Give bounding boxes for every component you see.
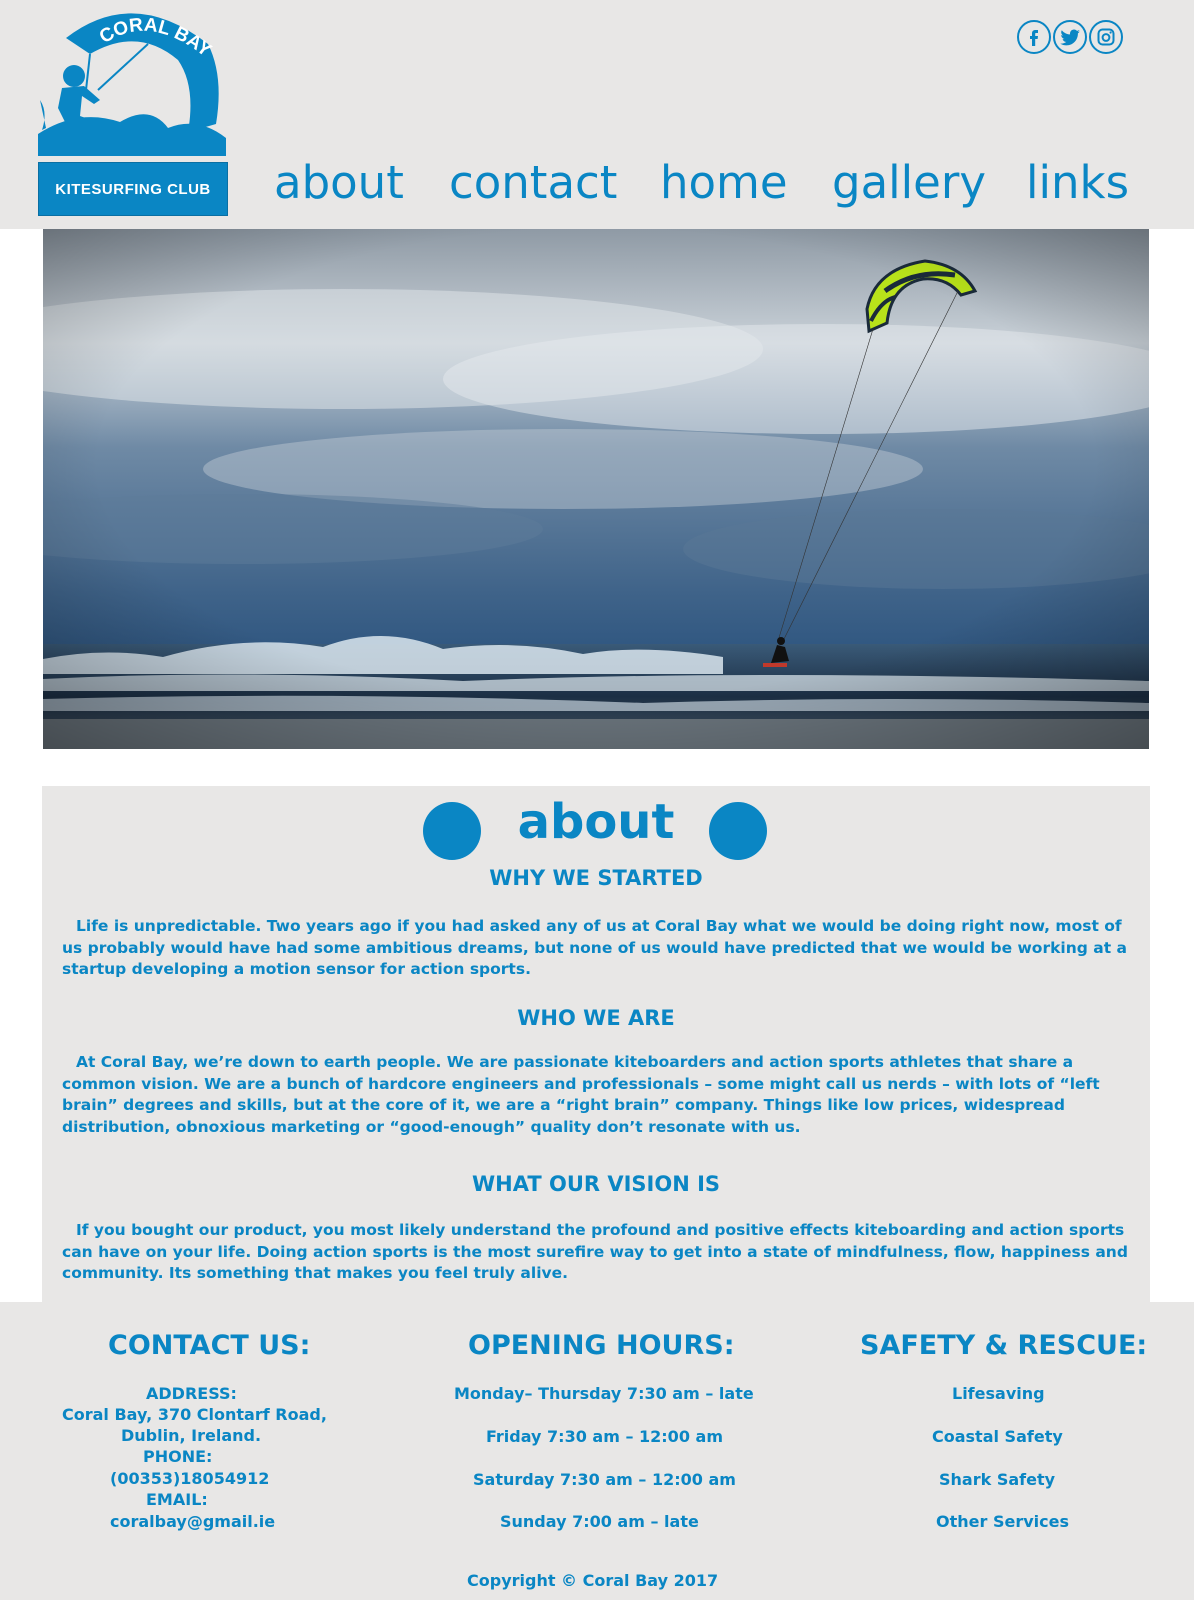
- site-footer: CONTACT US: ADDRESS: Coral Bay, 370 Clon…: [0, 1302, 1194, 1600]
- nav-gallery[interactable]: gallery: [832, 156, 986, 209]
- nav-contact[interactable]: contact: [449, 156, 617, 209]
- link-shark-safety[interactable]: Shark Safety: [939, 1470, 1055, 1489]
- heading-why-we-started: WHY WE STARTED: [489, 866, 703, 890]
- email-label: EMAIL:: [146, 1490, 208, 1509]
- paragraph-who-we-are: At Coral Bay, we’re down to earth people…: [62, 1053, 1100, 1136]
- about-title: about: [517, 794, 675, 850]
- instagram-icon[interactable]: [1089, 20, 1123, 54]
- hours-line: Monday– Thursday 7:30 am – late: [454, 1384, 754, 1403]
- about-section: about WHY WE STARTED Life is unpredictab…: [42, 786, 1150, 1302]
- address-label: ADDRESS:: [146, 1384, 237, 1403]
- logo-kite-graphic: CORAL BAY: [38, 13, 226, 156]
- hero-image: [43, 229, 1149, 749]
- link-lifesaving[interactable]: Lifesaving: [952, 1384, 1045, 1403]
- nav-links[interactable]: links: [1026, 156, 1129, 209]
- title-dot-right: [709, 802, 767, 860]
- hours-heading: OPENING HOURS:: [468, 1330, 735, 1361]
- heading-vision: WHAT OUR VISION IS: [471, 1172, 721, 1196]
- address-line-1: Coral Bay, 370 Clontarf Road,: [62, 1405, 327, 1424]
- facebook-icon[interactable]: [1017, 20, 1051, 54]
- heading-who-we-are: WHO WE ARE: [517, 1006, 675, 1030]
- email-link[interactable]: coralbay@gmail.ie: [110, 1512, 275, 1531]
- address-line-2: Dublin, Ireland.: [121, 1426, 262, 1445]
- nav-about[interactable]: about: [274, 156, 404, 209]
- phone-number[interactable]: (00353)18054912: [110, 1469, 269, 1488]
- site-header: CORAL BAY KITESURFING CLUB about contact…: [0, 0, 1194, 229]
- hours-line: Friday 7:30 am – 12:00 am: [486, 1427, 723, 1446]
- contact-heading: CONTACT US:: [108, 1330, 311, 1361]
- safety-heading: SAFETY & RESCUE:: [860, 1330, 1148, 1361]
- main-nav: about contact home gallery links: [0, 156, 1194, 218]
- paragraph-why-we-started: Life is unpredictable. Two years ago if …: [62, 917, 1127, 978]
- hours-line: Sunday 7:00 am – late: [500, 1512, 699, 1531]
- nav-home[interactable]: home: [660, 156, 788, 209]
- hours-line: Saturday 7:30 am – 12:00 am: [473, 1470, 736, 1489]
- phone-label: PHONE:: [143, 1447, 213, 1466]
- paragraph-vision: If you bought our product, you most like…: [62, 1221, 1128, 1282]
- copyright: Copyright © Coral Bay 2017: [467, 1571, 719, 1590]
- twitter-icon[interactable]: [1053, 20, 1087, 54]
- social-links: [1017, 20, 1123, 54]
- link-other-services[interactable]: Other Services: [936, 1512, 1069, 1531]
- link-coastal-safety[interactable]: Coastal Safety: [932, 1427, 1063, 1446]
- about-title-row: about: [42, 794, 1150, 860]
